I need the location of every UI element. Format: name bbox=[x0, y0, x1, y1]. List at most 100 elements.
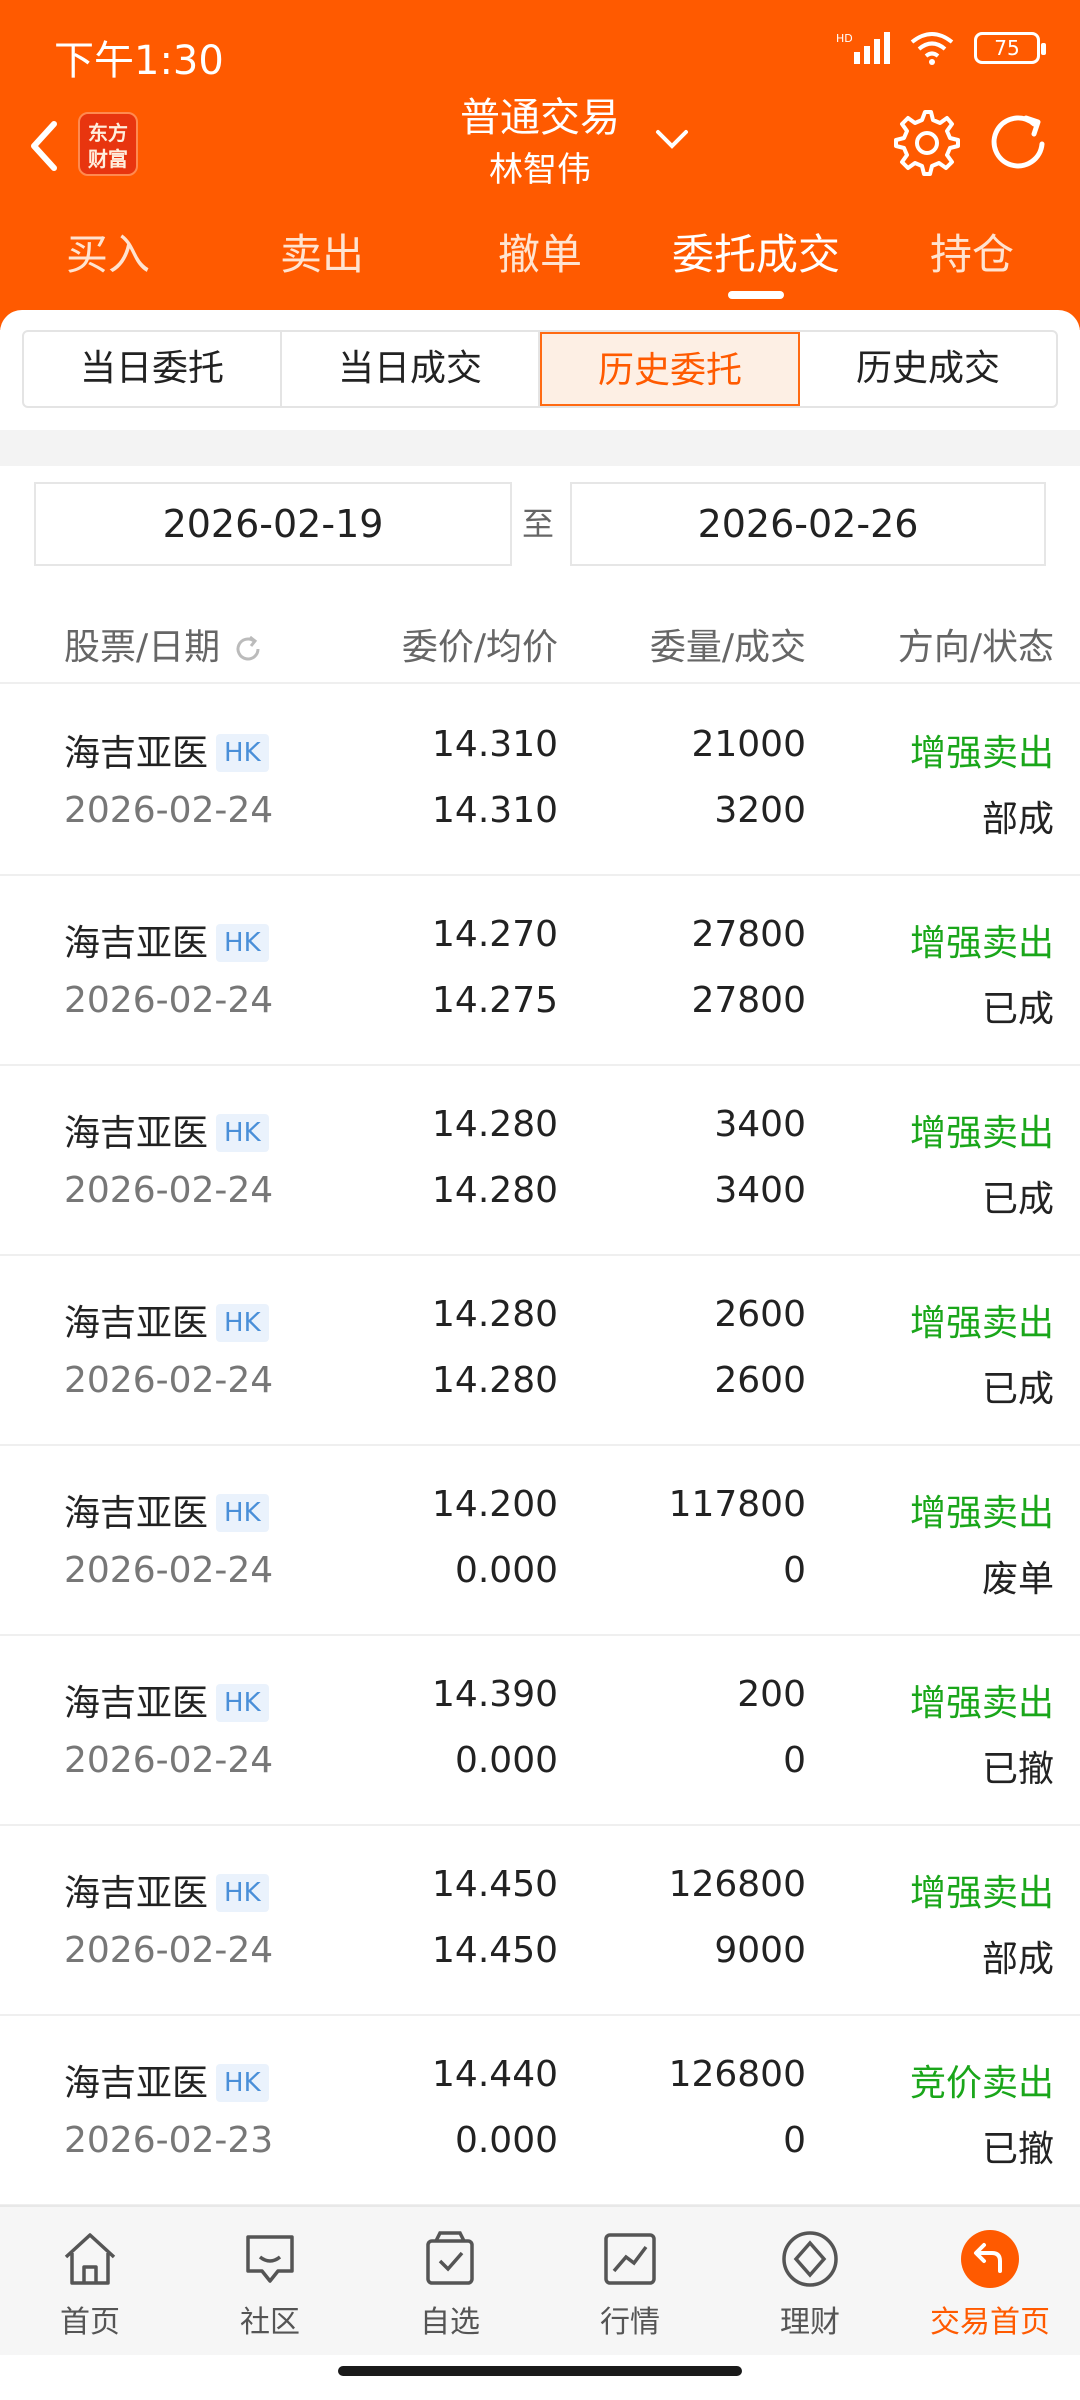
nav-wealth-label: 理财 bbox=[780, 2305, 840, 2340]
segment-history-deals[interactable]: 历史成交 bbox=[800, 332, 1056, 406]
market-badge: HK bbox=[216, 1684, 269, 1722]
market-badge: HK bbox=[216, 1304, 269, 1342]
order-qty: 3400 bbox=[714, 1104, 806, 1145]
stock-name: 海吉亚医 HK bbox=[64, 724, 269, 776]
order-row[interactable]: 海吉亚医 HK 2026-02-24 14.280 14.280 2600 2600 增强卖出… bbox=[0, 1256, 1080, 1446]
account-switcher[interactable]: 普通交易 林智伟 bbox=[390, 90, 690, 194]
deal-qty: 0 bbox=[783, 1740, 806, 1781]
col-price: 委价/均价 bbox=[401, 627, 558, 668]
back-button[interactable] bbox=[14, 106, 74, 186]
account-name: 林智伟 bbox=[489, 150, 591, 190]
order-direction: 竞价卖出 bbox=[909, 2063, 1054, 2104]
order-row[interactable]: 海吉亚医 HK 2026-02-24 14.450 14.450 126800 9000 增强… bbox=[0, 1826, 1080, 2016]
order-row[interactable]: 海吉亚医 HK 2026-02-24 14.390 0.000 200 0 增强卖出 已撤 bbox=[0, 1636, 1080, 1826]
tab-positions[interactable]: 持仓 bbox=[872, 215, 1072, 295]
refresh-icon[interactable] bbox=[984, 108, 1054, 178]
stock-name-text: 海吉亚医 bbox=[64, 733, 209, 774]
stock-name-text: 海吉亚医 bbox=[64, 1113, 209, 1154]
trade-tabs: 买入 卖出 撤单 委托成交 持仓 bbox=[0, 215, 1080, 305]
wifi-icon bbox=[910, 32, 954, 65]
stock-name: 海吉亚医 HK bbox=[64, 1674, 269, 1726]
tab-orders[interactable]: 委托成交 bbox=[656, 215, 856, 295]
col-stock-date[interactable]: 股票/日期 bbox=[64, 618, 266, 670]
order-date: 2026-02-24 bbox=[64, 980, 274, 1021]
avg-price: 14.275 bbox=[432, 980, 558, 1021]
start-date-field[interactable]: 2026-02-19 bbox=[34, 482, 512, 566]
order-qty: 126800 bbox=[668, 1864, 806, 1905]
stock-name-text: 海吉亚医 bbox=[64, 1683, 209, 1724]
avg-price: 0.000 bbox=[454, 1740, 558, 1781]
nav-watchlist-label: 自选 bbox=[420, 2305, 480, 2340]
nav-home-label: 首页 bbox=[60, 2305, 120, 2340]
order-direction: 增强卖出 bbox=[909, 1493, 1054, 1534]
order-status: 已成 bbox=[981, 989, 1054, 1030]
stock-name: 海吉亚医 HK bbox=[64, 2054, 269, 2106]
order-row[interactable]: 海吉亚医 HK 2026-02-23 14.440 0.000 126800 0 竞价卖出 已撤 bbox=[0, 2016, 1080, 2206]
stock-name: 海吉亚医 HK bbox=[64, 1864, 269, 1916]
app-header: 下午1:30 HD 75 东方 财富 普通交易 林智伟 买入 卖出 撤单 委托成… bbox=[0, 0, 1080, 330]
order-price: 14.440 bbox=[432, 2054, 558, 2095]
sort-refresh-icon[interactable] bbox=[230, 631, 266, 667]
date-separator: 至 bbox=[522, 505, 555, 543]
chevron-down-icon[interactable] bbox=[650, 118, 694, 162]
nav-home[interactable]: 首页 bbox=[0, 2227, 180, 2341]
order-price: 14.450 bbox=[432, 1864, 558, 1905]
stock-name: 海吉亚医 HK bbox=[64, 914, 269, 966]
end-date-field[interactable]: 2026-02-26 bbox=[570, 482, 1046, 566]
col-direction-status: 方向/状态 bbox=[897, 627, 1054, 668]
order-row[interactable]: 海吉亚医 HK 2026-02-24 14.310 14.310 21000 3200 增强卖… bbox=[0, 686, 1080, 876]
status-time: 下午1:30 bbox=[54, 38, 224, 84]
order-direction: 增强卖出 bbox=[909, 733, 1054, 774]
col-qty: 委量/成交 bbox=[649, 627, 806, 668]
stock-name-text: 海吉亚医 bbox=[64, 2063, 209, 2104]
nav-trade-home[interactable]: 交易首页 bbox=[900, 2227, 1080, 2341]
order-qty: 27800 bbox=[691, 914, 806, 955]
order-status: 部成 bbox=[981, 1939, 1054, 1980]
market-icon bbox=[604, 2233, 656, 2285]
page-title: 普通交易 bbox=[460, 95, 620, 141]
tab-buy[interactable]: 买入 bbox=[8, 215, 208, 295]
order-status: 已撤 bbox=[981, 2129, 1054, 2170]
order-date: 2026-02-24 bbox=[64, 1360, 274, 1401]
gear-icon[interactable] bbox=[892, 108, 962, 178]
nav-community[interactable]: 社区 bbox=[180, 2227, 360, 2341]
battery-icon: 75 bbox=[974, 32, 1046, 64]
nav-watchlist[interactable]: 自选 bbox=[360, 2227, 540, 2341]
nav-community-label: 社区 bbox=[240, 2305, 300, 2340]
stock-name-text: 海吉亚医 bbox=[64, 1873, 209, 1914]
brand-logo: 东方 财富 bbox=[78, 112, 138, 176]
market-badge: HK bbox=[216, 2064, 269, 2102]
nav-wealth[interactable]: 理财 bbox=[720, 2227, 900, 2341]
community-icon bbox=[246, 2235, 294, 2283]
order-type-segment: 当日委托 当日成交 历史委托 历史成交 bbox=[22, 330, 1058, 408]
segment-history-orders[interactable]: 历史委托 bbox=[540, 332, 800, 406]
order-direction: 增强卖出 bbox=[909, 1303, 1054, 1344]
status-icons: HD 75 bbox=[836, 30, 1046, 66]
signal-icon: HD bbox=[836, 32, 890, 64]
order-status: 部成 bbox=[981, 799, 1054, 840]
market-badge: HK bbox=[216, 734, 269, 772]
order-row[interactable]: 海吉亚医 HK 2026-02-24 14.270 14.275 27800 27800 增强… bbox=[0, 876, 1080, 1066]
order-qty: 126800 bbox=[668, 2054, 806, 2095]
tab-sell[interactable]: 卖出 bbox=[222, 215, 422, 295]
deal-qty: 3400 bbox=[714, 1170, 806, 1211]
segment-today-orders[interactable]: 当日委托 bbox=[24, 332, 282, 406]
date-range: 2026-02-19 至 2026-02-26 bbox=[0, 482, 1080, 568]
order-status: 废单 bbox=[981, 1559, 1054, 1600]
avg-price: 14.450 bbox=[432, 1930, 558, 1971]
deal-qty: 27800 bbox=[691, 980, 806, 1021]
segment-today-deals[interactable]: 当日成交 bbox=[282, 332, 540, 406]
order-row[interactable]: 海吉亚医 HK 2026-02-24 14.200 0.000 117800 0 增强卖出 废单 bbox=[0, 1446, 1080, 1636]
avg-price: 0.000 bbox=[454, 2120, 558, 2161]
tab-cancel[interactable]: 撤单 bbox=[440, 215, 640, 295]
status-bar: 下午1:30 HD 75 bbox=[0, 0, 1080, 100]
stock-name: 海吉亚医 HK bbox=[64, 1104, 269, 1156]
market-badge: HK bbox=[216, 1494, 269, 1532]
stock-name-text: 海吉亚医 bbox=[64, 1493, 209, 1534]
order-direction: 增强卖出 bbox=[909, 923, 1054, 964]
nav-market-label: 行情 bbox=[600, 2305, 660, 2340]
order-row[interactable]: 海吉亚医 HK 2026-02-24 14.280 14.280 3400 3400 增强卖出… bbox=[0, 1066, 1080, 1256]
nav-bar: 东方 财富 普通交易 林智伟 bbox=[0, 90, 1080, 200]
order-date: 2026-02-24 bbox=[64, 1170, 274, 1211]
nav-market[interactable]: 行情 bbox=[540, 2227, 720, 2341]
